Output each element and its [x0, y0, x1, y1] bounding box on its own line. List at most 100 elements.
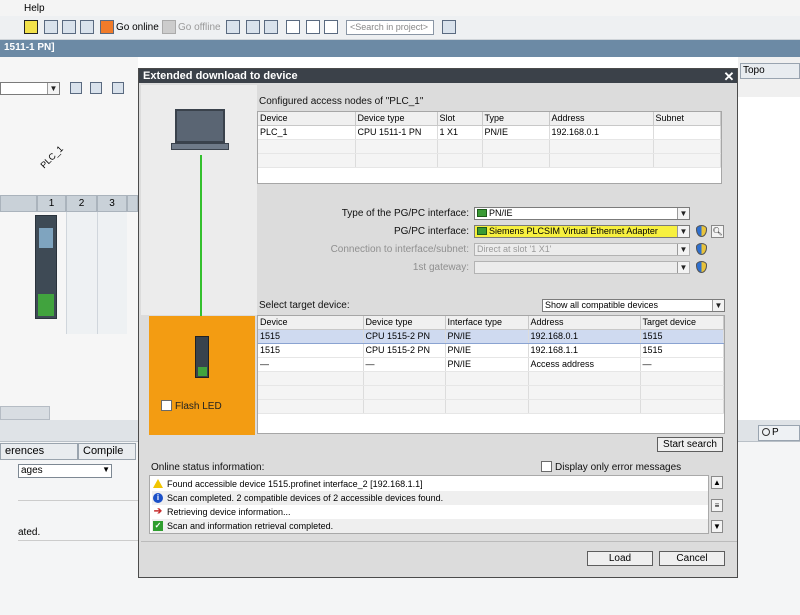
target-plc-icon [195, 336, 209, 378]
tab-cross-references[interactable]: erences [0, 443, 78, 460]
compile-icon[interactable] [24, 20, 38, 34]
plc-module-image[interactable] [35, 215, 57, 319]
network-icon [477, 209, 487, 217]
show-devices-value: Show all compatible devices [545, 300, 659, 310]
interface-type-select[interactable]: PN/IE ▼ [474, 207, 690, 220]
accessible-devices-icon[interactable] [226, 20, 240, 34]
main-toolbar: Go online Go offline <Search in project> [0, 16, 800, 40]
status-text: Scan and information retrieval completed… [167, 521, 334, 531]
connection-cable [200, 155, 202, 339]
flash-led-check[interactable] [161, 400, 172, 411]
table-row[interactable]: PLC_1 CPU 1511-1 PN 1 X1 PN/IE 192.168.0… [258, 125, 721, 140]
cancel-button[interactable]: Cancel [659, 551, 725, 566]
close-project-icon[interactable] [286, 20, 300, 34]
search-icon[interactable] [442, 20, 456, 34]
show-devices-filter[interactable]: Show all compatible devices ▼ [542, 299, 725, 312]
tab-properties-label: P [772, 427, 779, 438]
scroll-thumb[interactable]: ≡ [711, 499, 723, 512]
start-search-button[interactable]: Start search [657, 437, 723, 452]
cell: CPU 1515-2 PN [363, 328, 446, 344]
close-icon[interactable]: ✕ [722, 70, 736, 83]
network-icon [477, 227, 487, 235]
pgpc-interface-select[interactable]: Siemens PLCSIM Virtual Ethernet Adapter ▼ [474, 225, 690, 238]
table-row [258, 399, 724, 414]
rack-slot-2-body [66, 212, 97, 334]
tab-compile[interactable]: Compile [78, 443, 136, 460]
cell: 192.168.1.1 [528, 343, 641, 358]
col-device[interactable]: Device [258, 316, 364, 330]
info-icon: i [153, 493, 163, 503]
rack-slot-2: 2 [66, 195, 97, 212]
col-target-device[interactable]: Target device [640, 316, 724, 330]
cell: CPU 1511-1 PN [355, 125, 438, 140]
rack-slot-1: 1 [37, 195, 66, 212]
interface-type-value: PN/IE [489, 208, 513, 218]
col-address[interactable]: Address [549, 112, 654, 126]
cross-reference-icon[interactable] [246, 20, 260, 34]
status-item: ➔ Retrieving device information... [152, 505, 708, 519]
connection-subnet-select[interactable]: Direct at slot '1 X1' ▼ [474, 243, 690, 256]
table-row[interactable]: 1515 CPU 1515-2 PN PN/IE 192.168.1.1 151… [258, 343, 724, 358]
table-row [258, 139, 721, 154]
col-slot[interactable]: Slot [437, 112, 483, 126]
download-icon[interactable] [44, 20, 58, 34]
status-item: Found accessible device 1515.profinet in… [152, 477, 708, 491]
select-target-label: Select target device: [259, 300, 350, 311]
split-horizontal-icon[interactable] [306, 20, 320, 34]
scroll-down-icon[interactable]: ▼ [711, 520, 723, 533]
message-filter-value: ages [21, 465, 43, 476]
tab-topology[interactable]: Topo [740, 63, 800, 79]
flash-led-checkbox[interactable]: Flash LED [161, 400, 222, 412]
tab-properties[interactable]: P [758, 425, 800, 441]
editor-title-bar: 1511-1 PN] [0, 40, 800, 57]
load-button[interactable]: Load [587, 551, 653, 566]
cell: 192.168.0.1 [549, 125, 654, 140]
col-subnet[interactable]: Subnet [653, 112, 721, 126]
network-icon[interactable] [90, 82, 102, 94]
rack-header-more [127, 195, 138, 212]
message-filter-select[interactable]: ages ▼ [18, 464, 112, 478]
properties-shield-icon[interactable] [696, 225, 707, 237]
col-address[interactable]: Address [528, 316, 641, 330]
interface-label: PG/PC interface: [393, 226, 469, 237]
search-icon [762, 428, 770, 436]
arrow-icon: ➔ [153, 506, 163, 517]
cell: — [258, 357, 364, 372]
menu-help[interactable]: Help [24, 3, 45, 14]
col-device[interactable]: Device [258, 112, 356, 126]
display-errors-checkbox[interactable]: Display only error messages [541, 461, 681, 473]
view-selector[interactable]: ▼ [0, 82, 60, 95]
table-row[interactable]: — — PN/IE Access address — [258, 357, 724, 372]
col-device-type[interactable]: Device type [363, 316, 446, 330]
split-vertical-icon[interactable] [324, 20, 338, 34]
col-device-type[interactable]: Device type [355, 112, 438, 126]
connection-shield-icon[interactable] [696, 243, 707, 255]
go-offline-button[interactable]: Go offline [178, 22, 221, 33]
zoom-icon[interactable] [112, 82, 124, 94]
cell: 192.168.0.1 [528, 328, 641, 344]
flash-led-label: Flash LED [175, 401, 222, 412]
cell: PN/IE [445, 357, 529, 372]
table-row [258, 153, 721, 168]
divider [18, 540, 138, 541]
scroll-up-icon[interactable]: ▲ [711, 476, 723, 489]
diagnostics-icon[interactable] [264, 20, 278, 34]
col-interface-type[interactable]: Interface type [445, 316, 529, 330]
display-errors-check[interactable] [541, 461, 552, 472]
cell: PN/IE [482, 125, 550, 140]
table-row[interactable]: 1515 CPU 1515-2 PN PN/IE 192.168.0.1 151… [258, 328, 724, 344]
cell: CPU 1515-2 PN [363, 343, 446, 358]
simulation-icon[interactable] [80, 20, 94, 34]
extended-download-dialog: Extended download to device ✕ Flash LED … [138, 68, 738, 578]
project-search-input[interactable]: <Search in project> [346, 20, 434, 35]
col-type[interactable]: Type [482, 112, 550, 126]
overview-icon[interactable] [70, 82, 82, 94]
gateway-select[interactable]: ▼ [474, 261, 690, 274]
interface-diagnostics-button[interactable]: 🔍︎ [711, 225, 724, 238]
divider [18, 500, 138, 501]
horizontal-scrollbar[interactable] [0, 406, 50, 420]
go-online-button[interactable]: Go online [116, 22, 159, 33]
go-online-icon[interactable] [100, 20, 114, 34]
upload-icon[interactable] [62, 20, 76, 34]
gateway-shield-icon[interactable] [696, 261, 707, 273]
